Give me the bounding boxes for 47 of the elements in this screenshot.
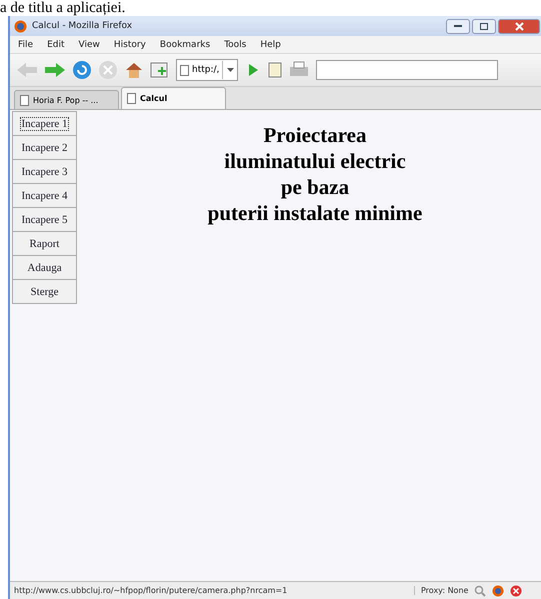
page-heading: puterii instalate minime	[208, 200, 422, 226]
maximize-icon	[480, 22, 488, 30]
menu-item[interactable]: View	[78, 40, 100, 50]
page-heading: pe baza	[280, 174, 350, 200]
error-icon[interactable]	[510, 584, 522, 596]
search-field[interactable]	[316, 60, 498, 80]
menu-item[interactable]: Help	[260, 40, 281, 50]
nav-button[interactable]: Sterge	[12, 279, 77, 304]
page-icon	[180, 64, 189, 76]
print-icon[interactable]	[288, 61, 310, 79]
menu-item[interactable]: Edit	[47, 40, 64, 50]
menu-item[interactable]: History	[114, 40, 146, 50]
nav-button[interactable]: Incapere 5	[12, 207, 77, 232]
home-icon[interactable]	[124, 60, 144, 80]
document-icon[interactable]	[268, 62, 282, 78]
bookmark-add-icon[interactable]	[150, 61, 170, 79]
page-heading: iluminatului electric	[224, 148, 406, 174]
nav-button[interactable]: Incapere 1	[12, 111, 77, 136]
browser-tab[interactable]: Calcul	[121, 87, 226, 109]
window-title: Calcul - Mozilla Firefox	[32, 21, 132, 31]
reload-icon[interactable]	[72, 60, 92, 80]
page-icon	[127, 93, 136, 104]
menu-item[interactable]: File	[18, 40, 34, 50]
page-icon	[20, 94, 29, 106]
nav-button[interactable]: Incapere 3	[12, 159, 77, 184]
page-heading: Proiectarea	[263, 122, 366, 148]
forward-icon[interactable]	[44, 61, 66, 79]
document-caption: a de titlu a aplicației.	[0, 0, 126, 16]
close-button[interactable]	[498, 18, 540, 34]
minimize-icon	[454, 24, 462, 28]
menu-item[interactable]: Tools	[224, 40, 246, 50]
address-field[interactable]: http:/,	[176, 59, 238, 81]
dropdown-icon[interactable]	[226, 68, 234, 72]
minimize-button[interactable]	[446, 18, 470, 34]
proxy-status: Proxy: None	[414, 586, 474, 595]
maximize-button[interactable]	[472, 18, 496, 34]
status-url: http://www.cs.ubbcluj.ro/~hfpop/florin/putere/camera.php?nrcam=1	[13, 586, 288, 595]
nav-button[interactable]: Incapere 4	[12, 183, 77, 208]
menu-item[interactable]: Bookmarks	[160, 40, 210, 50]
firefox-logo-icon[interactable]	[492, 584, 504, 596]
close-icon	[514, 22, 524, 30]
browser-tab[interactable]: Horia F. Pop -- ...	[14, 90, 119, 109]
search-icon[interactable]	[474, 584, 486, 596]
nav-button[interactable]: Incapere 2	[12, 135, 77, 160]
nav-button[interactable]: Adauga	[12, 255, 77, 280]
firefox-logo-icon	[14, 20, 27, 32]
nav-button[interactable]: Raport	[12, 231, 77, 256]
